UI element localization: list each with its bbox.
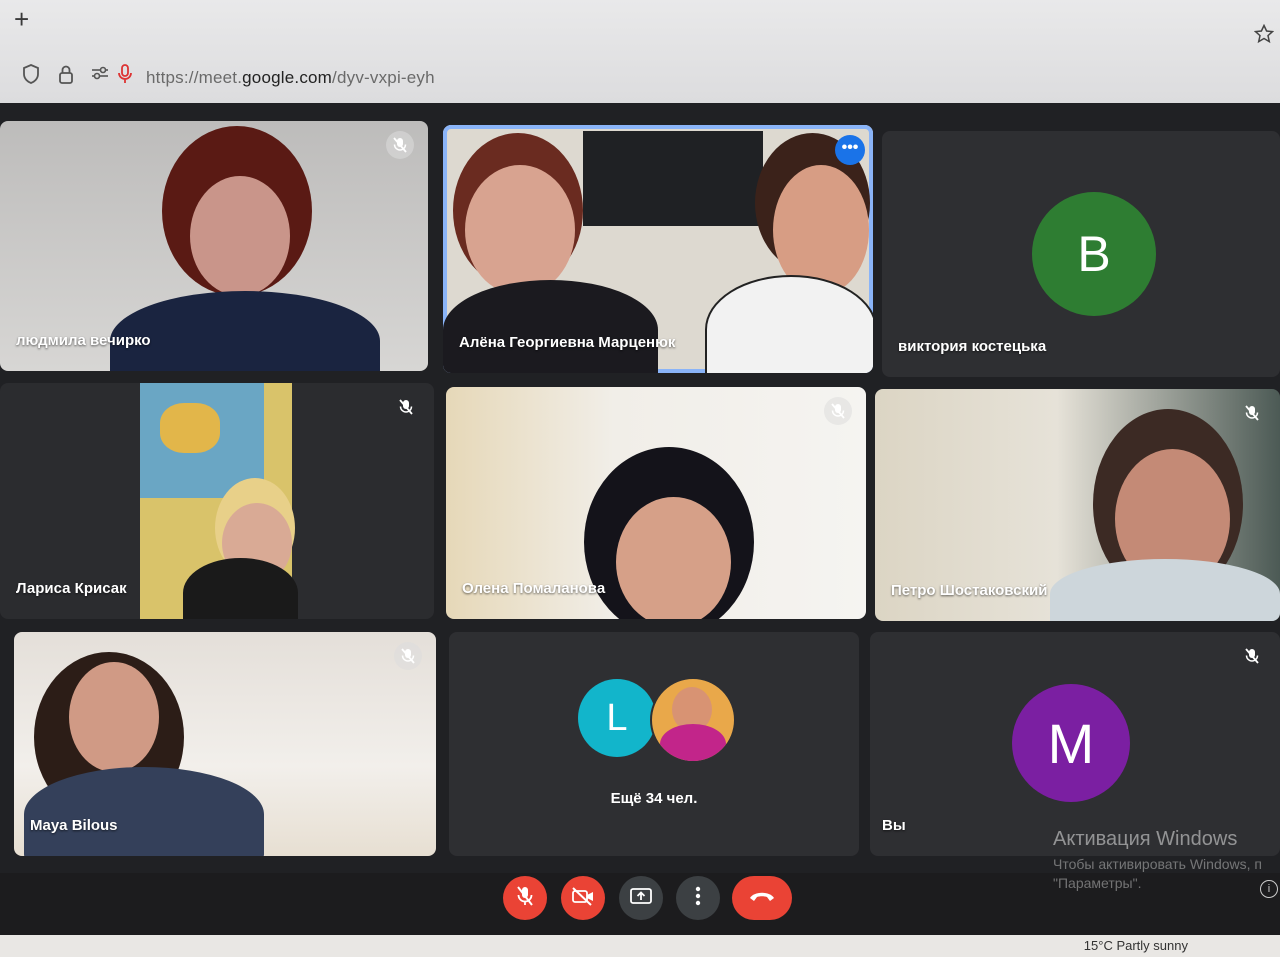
participant-avatar: В — [1032, 192, 1156, 316]
participant-tile[interactable]: В виктория костецька — [882, 131, 1280, 377]
browser-chrome: + https://meet.google.com/dyv-vxpi-eyh — [0, 0, 1280, 103]
muted-mic-icon — [1238, 642, 1266, 670]
more-participants-count: Ещё 34 чел. — [610, 790, 698, 807]
info-icon[interactable]: i — [1260, 880, 1278, 898]
participant-name: Петро Шостаковский — [891, 582, 1048, 599]
muted-mic-icon — [824, 397, 852, 425]
taskbar: 15°C Partly sunny — [0, 935, 1280, 957]
camera-off-icon — [571, 886, 595, 911]
address-bar[interactable]: https://meet.google.com/dyv-vxpi-eyh — [0, 56, 1280, 100]
participant-tile[interactable]: Лариса Крисак — [0, 383, 434, 619]
self-avatar: M — [1012, 684, 1130, 802]
tv-screen — [583, 131, 763, 226]
muted-mic-icon — [1238, 399, 1266, 427]
mic-toggle-button[interactable] — [503, 876, 547, 920]
more-options-icon[interactable]: ••• — [835, 135, 865, 165]
participant-avatar: L — [578, 679, 656, 757]
participant-name: виктория костецька — [898, 338, 1047, 355]
more-vert-icon — [695, 886, 701, 911]
participant-name: Maya Bilous — [30, 817, 118, 834]
lock-icon[interactable] — [55, 64, 77, 86]
muted-mic-icon — [386, 131, 414, 159]
participant-name: Алёна Георгиевна Марценюк — [459, 334, 676, 351]
participant-name: людмила вечирко — [16, 332, 151, 349]
more-participants-tile[interactable]: L Ещё 34 чел. — [449, 632, 859, 856]
bookmark-star-icon[interactable] — [1253, 23, 1275, 50]
leave-call-button[interactable] — [732, 876, 792, 920]
muted-mic-icon — [394, 642, 422, 670]
self-tile[interactable]: M Вы — [870, 632, 1280, 856]
new-tab-button[interactable]: + — [14, 4, 29, 35]
hangup-icon — [748, 889, 776, 908]
camera-toggle-button[interactable] — [561, 876, 605, 920]
present-icon — [629, 886, 653, 911]
url-text[interactable]: https://meet.google.com/dyv-vxpi-eyh — [146, 68, 435, 88]
muted-mic-icon — [392, 393, 420, 421]
microphone-icon[interactable] — [114, 64, 136, 86]
participant-tile[interactable]: Петро Шостаковский — [875, 389, 1280, 621]
participant-name: Вы — [882, 817, 906, 834]
weather-widget[interactable]: 15°C Partly sunny — [1084, 938, 1188, 953]
permissions-icon[interactable] — [89, 64, 111, 86]
shield-icon[interactable] — [20, 64, 42, 86]
activation-watermark-title: Активация Windows — [1053, 828, 1238, 850]
participant-name: Лариса Крисак — [16, 580, 127, 597]
present-screen-button[interactable] — [619, 876, 663, 920]
meeting-grid: людмила вечирко ••• Алёна Георгиевна Мар… — [0, 103, 1280, 873]
more-options-button[interactable] — [676, 876, 720, 920]
participant-name: Олена Помаланова — [462, 580, 606, 597]
participant-tile-active[interactable]: ••• Алёна Георгиевна Марценюк — [443, 125, 873, 373]
activation-watermark-text: Чтобы активировать Windows, п "Параметры… — [1053, 856, 1262, 891]
participant-tile[interactable]: Олена Помаланова — [446, 387, 866, 619]
participant-tile[interactable]: людмила вечирко — [0, 121, 428, 371]
participant-photo-avatar — [650, 677, 736, 763]
participant-tile[interactable]: Maya Bilous — [14, 632, 436, 856]
mic-off-icon — [516, 885, 534, 912]
